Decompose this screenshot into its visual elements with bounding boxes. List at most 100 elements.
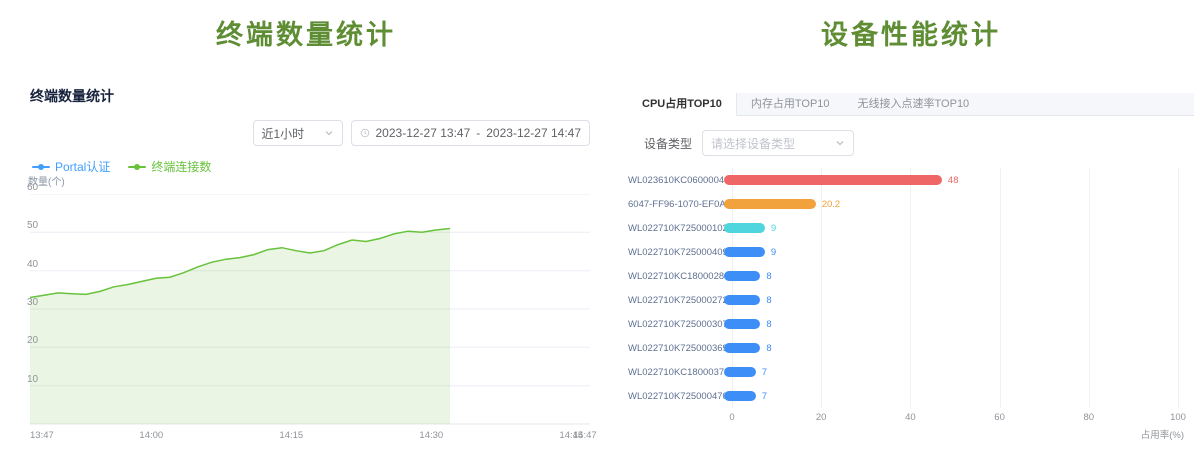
device-name: 6047-FF96-1070-EF0A	[628, 199, 724, 210]
right-heading: 设备性能统计	[628, 0, 1194, 52]
terminal-stats-section: 终端数量统计 终端数量统计 近1小时 2023-12-27 13:47 - 20…	[0, 0, 612, 456]
bar-track: 7	[724, 391, 1178, 402]
bar-row: WL022710K725000307 8	[628, 312, 1194, 336]
x-axis-tick: 100	[1170, 412, 1186, 423]
panel-title: 终端数量统计	[30, 86, 114, 106]
chevron-down-icon	[324, 128, 334, 138]
device-name: WL023610KC06000043	[628, 175, 724, 186]
y-axis-tick: 50	[27, 220, 38, 231]
bar[interactable]	[724, 343, 760, 353]
y-axis-tick: 40	[27, 259, 38, 270]
bar-track: 48	[724, 175, 1178, 186]
bar-value: 20.2	[822, 199, 841, 210]
device-type-label: 设备类型	[644, 135, 692, 152]
x-axis-tick: 14:30	[419, 430, 443, 441]
bar-value: 7	[762, 391, 767, 402]
bar-track: 9	[724, 247, 1178, 258]
legend-item[interactable]: 终端连接数	[128, 158, 211, 175]
bar-row: WL022710K725000369 8	[628, 336, 1194, 360]
device-type-row: 设备类型 请选择设备类型	[644, 130, 854, 156]
device-name: WL022710K725000102	[628, 223, 724, 234]
bar-track: 8	[724, 319, 1178, 330]
bar-track: 8	[724, 295, 1178, 306]
bar-row: WL022710KC18000372 7	[628, 360, 1194, 384]
x-axis-tick: 40	[905, 412, 916, 423]
x-axis-tick: 20	[816, 412, 827, 423]
date-separator: -	[476, 126, 480, 140]
bar[interactable]	[724, 367, 756, 377]
device-name: WL022710K725000470	[628, 391, 724, 402]
device-perf-section: 设备性能统计 CPU占用TOP10内存占用TOP10无线接入点速率TOP10 设…	[628, 0, 1194, 456]
bar-value: 9	[771, 223, 776, 234]
x-axis-tick: 80	[1084, 412, 1095, 423]
y-axis-tick: 20	[27, 335, 38, 346]
bar-row: WL022710K725000470 7	[628, 384, 1194, 408]
legend-marker	[128, 162, 146, 172]
device-name: WL022710K725000409	[628, 247, 724, 258]
bar-row: WL023610KC06000043 48	[628, 168, 1194, 192]
bar[interactable]	[724, 271, 760, 281]
x-axis-tick: 14:47	[573, 430, 597, 441]
bar-value: 8	[766, 343, 771, 354]
legend-label: 终端连接数	[151, 158, 211, 175]
tab-bar: CPU占用TOP10内存占用TOP10无线接入点速率TOP10	[628, 93, 1194, 116]
bar-value: 48	[948, 175, 959, 186]
x-axis-label: 占用率(%)	[628, 427, 1184, 441]
bar-track: 7	[724, 367, 1178, 378]
y-axis-tick: 30	[27, 297, 38, 308]
bar-value: 8	[766, 271, 771, 282]
bar-row: WL022710KC18000280 8	[628, 264, 1194, 288]
tab[interactable]: 无线接入点速率TOP10	[844, 93, 984, 115]
line-chart: 10203040506013:4714:0014:1514:3014:4514:…	[30, 194, 590, 452]
tab[interactable]: CPU占用TOP10	[628, 93, 737, 116]
x-axis-tick: 0	[729, 412, 734, 423]
bar-track: 8	[724, 343, 1178, 354]
bar-track: 9	[724, 223, 1178, 234]
date-range-picker[interactable]: 2023-12-27 13:47 - 2023-12-27 14:47	[351, 120, 591, 146]
date-end: 2023-12-27 14:47	[486, 126, 581, 140]
bar-chart-rows: WL023610KC06000043 48 6047-FF96-1070-EF0A 2…	[628, 168, 1194, 408]
bar-row: 6047-FF96-1070-EF0A 20.2	[628, 192, 1194, 216]
y-axis-tick: 60	[27, 182, 38, 193]
tab[interactable]: 内存占用TOP10	[737, 93, 844, 115]
device-name: WL022710KC18000280	[628, 271, 724, 282]
y-axis-tick: 10	[27, 374, 38, 385]
device-name: WL022710KC18000372	[628, 367, 724, 378]
bar[interactable]	[724, 175, 942, 185]
bar-value: 7	[762, 367, 767, 378]
x-axis-tick: 13:47	[30, 430, 54, 441]
bar-row: WL022710K725000272 8	[628, 288, 1194, 312]
x-axis-tick: 14:00	[139, 430, 163, 441]
bar-row: WL022710K725000102 9	[628, 216, 1194, 240]
left-heading: 终端数量统计	[0, 0, 612, 52]
bar-value: 8	[766, 319, 771, 330]
bar-row: WL022710K725000409 9	[628, 240, 1194, 264]
line-chart-plot	[30, 194, 590, 426]
device-name: WL022710K725000307	[628, 319, 724, 330]
legend-marker	[32, 162, 50, 172]
chart-controls: 近1小时 2023-12-27 13:47 - 2023-12-27 14:47	[253, 120, 591, 146]
bar[interactable]	[724, 247, 765, 257]
time-range-value: 近1小时	[262, 125, 305, 142]
x-axis-tick: 14:15	[279, 430, 303, 441]
bar[interactable]	[724, 295, 760, 305]
device-name: WL022710K725000272	[628, 295, 724, 306]
device-name: WL022710K725000369	[628, 343, 724, 354]
bar-track: 20.2	[724, 199, 1178, 210]
clock-icon	[360, 128, 370, 138]
bar-chart-x-axis: 020406080100	[732, 412, 1178, 426]
time-range-select[interactable]: 近1小时	[253, 120, 343, 146]
bar-track: 8	[724, 271, 1178, 282]
bar[interactable]	[724, 223, 765, 233]
date-start: 2023-12-27 13:47	[376, 126, 471, 140]
bar-value: 9	[771, 247, 776, 258]
device-type-select[interactable]: 请选择设备类型	[702, 130, 854, 156]
bar-value: 8	[766, 295, 771, 306]
bar-chart: WL023610KC06000043 48 6047-FF96-1070-EF0A 2…	[628, 168, 1194, 441]
device-type-placeholder: 请选择设备类型	[711, 135, 795, 152]
bar[interactable]	[724, 319, 760, 329]
bar[interactable]	[724, 391, 756, 401]
bar[interactable]	[724, 199, 816, 209]
x-axis-tick: 60	[994, 412, 1005, 423]
chevron-down-icon	[835, 138, 845, 148]
